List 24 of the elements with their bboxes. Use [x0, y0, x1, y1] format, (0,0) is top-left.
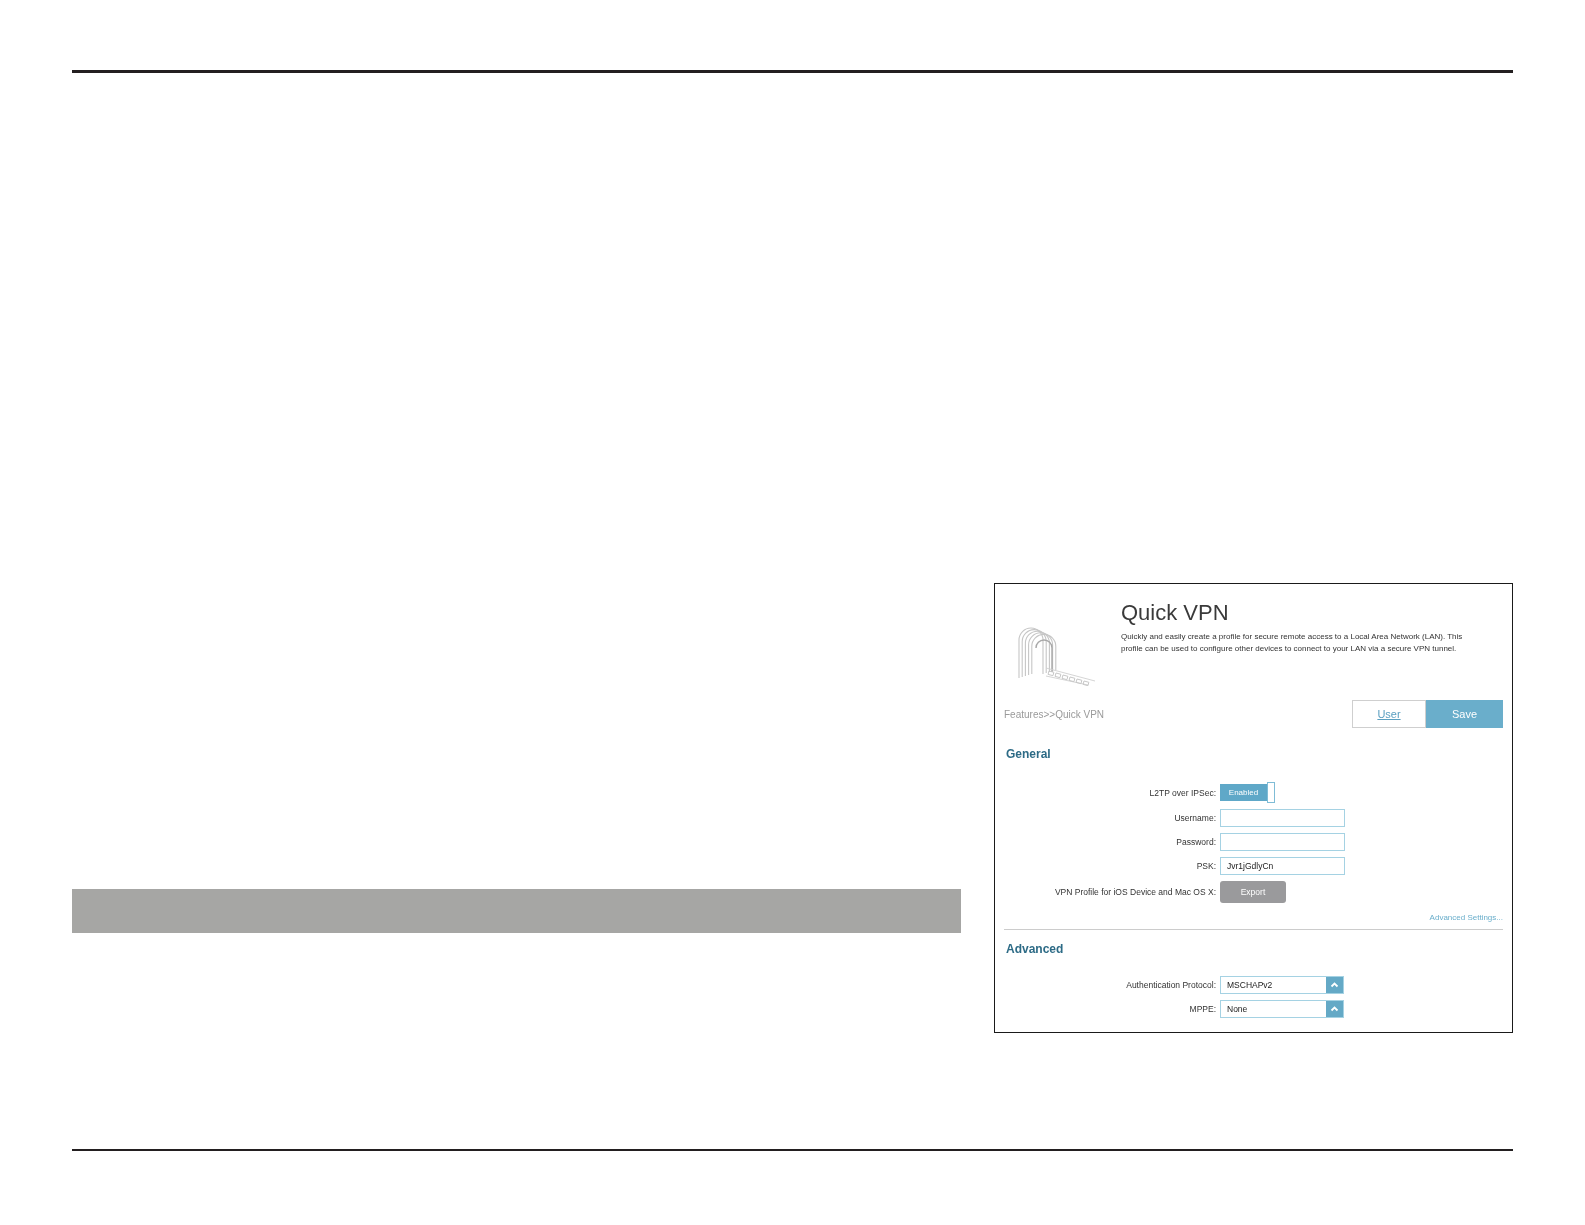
chevron-up-icon [1326, 977, 1343, 993]
section-heading: General [1006, 746, 1051, 762]
dropdown[interactable]: MSCHAPv2 [1220, 976, 1344, 994]
advanced-settings-link[interactable]: Advanced Settings... [1429, 912, 1503, 924]
section-heading: Advanced [1006, 941, 1064, 957]
text-field[interactable] [1220, 809, 1345, 827]
field-label: MPPE: [1189, 1004, 1216, 1014]
field-label: Authentication Protocol: [1126, 980, 1216, 990]
field-label: Username: [1174, 813, 1216, 823]
field-label: L2TP over IPSec: [1149, 787, 1216, 798]
field-label: PSK: [1196, 861, 1216, 871]
text-field[interactable]: Jvr1jGdlyCn [1220, 857, 1345, 875]
text-field[interactable] [1220, 833, 1345, 851]
page-description: Quickly and easily create a profile for secure remote access to a Local Area Network (LAN). This profile can be used to configure other devices to connect to your LAN via a secure VPN tunnel. [1121, 631, 1464, 655]
field-label: VPN Profile for iOS Device and Mac OS X: [1054, 887, 1216, 897]
page-title: Quick VPN [1121, 600, 1229, 626]
export-button[interactable]: Export [1220, 881, 1286, 903]
chevron-up-icon [1326, 1001, 1343, 1017]
user-button[interactable]: User [1352, 700, 1426, 728]
tunnel-icon [1018, 626, 1096, 686]
breadcrumb: Features>>Quick VPN [1004, 708, 1105, 720]
dropdown[interactable]: None [1220, 1000, 1344, 1018]
save-button[interactable]: Save [1426, 700, 1503, 728]
field-label: Password: [1176, 837, 1216, 847]
